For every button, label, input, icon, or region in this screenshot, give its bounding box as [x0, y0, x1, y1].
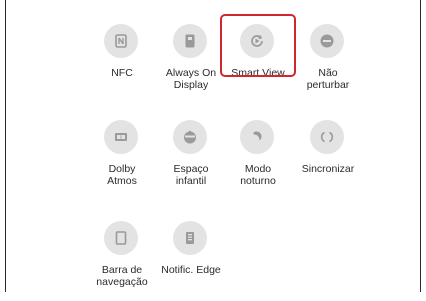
quick-settings-panel: NFC Always On Display Smart View Não per… — [5, 0, 421, 292]
edge-notification-icon — [173, 221, 207, 255]
tile-label: Barra de navegação — [96, 264, 148, 288]
tile-night-mode[interactable]: Modo noturno — [218, 120, 298, 200]
dolby-atmos-icon — [104, 120, 138, 154]
navigation-bar-icon — [104, 221, 138, 255]
tile-dolby-atmos[interactable]: Dolby Atmos — [82, 120, 162, 200]
night-mode-icon — [240, 120, 274, 154]
tile-label: Notific. Edge — [161, 264, 221, 276]
kids-space-icon — [173, 120, 207, 154]
always-on-display-icon — [173, 24, 207, 58]
tile-label: Dolby Atmos — [107, 163, 137, 187]
tile-label: NFC — [111, 67, 133, 79]
tile-label: Não perturbar — [306, 67, 350, 91]
tile-sync[interactable]: Sincronizar — [288, 120, 368, 200]
tile-label: Modo noturno — [240, 163, 276, 187]
tile-do-not-disturb[interactable]: Não perturbar — [288, 24, 368, 104]
tile-nfc[interactable]: NFC — [82, 24, 162, 104]
sync-icon — [310, 120, 344, 154]
nfc-icon — [104, 24, 138, 58]
smart-view-highlight — [220, 14, 296, 77]
tile-label: Sincronizar — [301, 163, 355, 175]
tile-navigation-bar[interactable]: Barra de navegação — [82, 221, 162, 301]
do-not-disturb-icon — [310, 24, 344, 58]
tile-edge-notification[interactable]: Notific. Edge — [151, 221, 231, 301]
